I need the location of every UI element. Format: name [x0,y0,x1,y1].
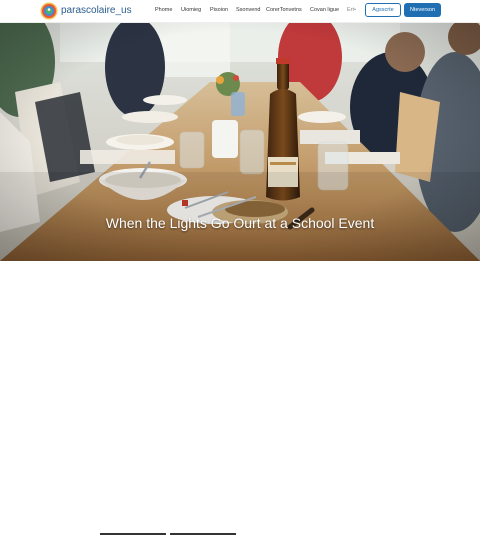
site-name[interactable]: parascolaire_us [61,4,132,17]
nav-item-more[interactable]: Ert• [347,6,356,14]
nav-item-3[interactable]: Pisoion [210,6,228,14]
hero-title: When the Lights Go Ourt at a School Even… [105,215,375,231]
site-header: parascolaire_us Phome Uiomieg Pisoion Ss… [0,0,480,23]
nav-item-6[interactable]: Covan ligue [310,6,339,14]
hero-banner: When the Lights Go Ourt at a School Even… [0,22,480,261]
nav-item-home[interactable]: Phome [155,6,172,14]
content-area-top [0,261,480,535]
nav-item-4[interactable]: Ssonvend [236,6,260,14]
outline-header-button[interactable]: Agsscrte [365,3,401,17]
nav-item-5[interactable]: CorerTonvetns [266,6,302,14]
site-logo-icon[interactable] [40,2,58,20]
nav-item-2[interactable]: Uiomieg [181,6,201,14]
primary-header-button[interactable]: Nteverson [404,3,441,17]
